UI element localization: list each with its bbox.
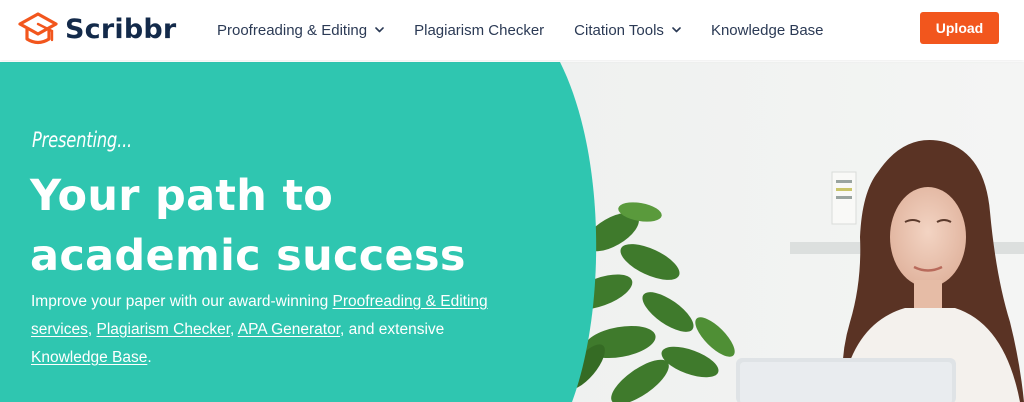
nav-item-proofreading-editing[interactable]: Proofreading & Editing xyxy=(217,22,384,39)
nav-item-label: Plagiarism Checker xyxy=(414,21,545,39)
upload-button[interactable]: Upload xyxy=(920,12,999,44)
hero-eyebrow: Presenting... xyxy=(32,128,133,152)
scribbr-logo[interactable]: Scribbr xyxy=(17,10,176,50)
headline-line-2: academic success xyxy=(30,231,466,281)
chevron-down-icon xyxy=(375,27,384,33)
brand-name: Scribbr xyxy=(65,14,177,45)
nav-item-label: Proofreading & Editing xyxy=(217,21,368,39)
description-text: . xyxy=(147,349,152,366)
hero-headline: Your path to academic success xyxy=(30,166,510,286)
site-header: Scribbr Proofreading & Editing Plagiaris… xyxy=(0,0,1024,60)
nav-item-plagiarism-checker[interactable]: Plagiarism Checker xyxy=(414,22,544,39)
link-knowledge-base[interactable]: Knowledge Base xyxy=(31,349,147,366)
link-apa-generator[interactable]: APA Generator xyxy=(238,321,340,338)
hero-description: Improve your paper with our award-winnin… xyxy=(31,288,501,372)
nav-item-label: Knowledge Base xyxy=(710,21,824,39)
main-nav: Proofreading & Editing Plagiarism Checke… xyxy=(217,0,854,60)
chevron-down-icon xyxy=(672,27,681,33)
description-text: , xyxy=(230,321,238,338)
nav-item-label: Citation Tools xyxy=(574,21,664,39)
hero-section: Presenting... Your path to academic succ… xyxy=(0,62,1024,402)
nav-item-knowledge-base[interactable]: Knowledge Base xyxy=(711,22,824,39)
description-text: , and extensive xyxy=(340,321,445,338)
link-plagiarism-checker[interactable]: Plagiarism Checker xyxy=(96,321,230,338)
nav-item-citation-tools[interactable]: Citation Tools xyxy=(574,22,681,39)
graduation-cap-logo-icon xyxy=(18,12,58,45)
description-text: Improve your paper with our award-winnin… xyxy=(31,293,333,310)
headline-line-1: Your path to xyxy=(30,171,334,221)
